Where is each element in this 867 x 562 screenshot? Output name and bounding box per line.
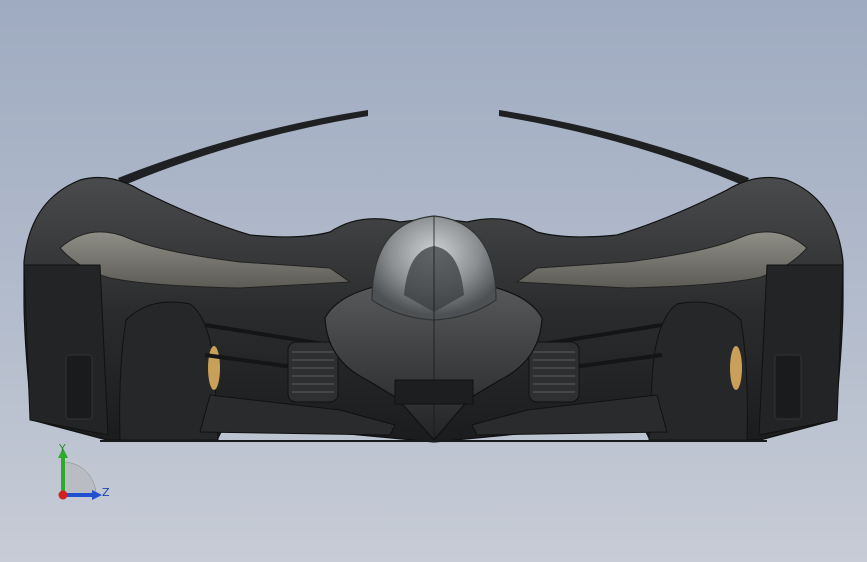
right-pod-vent-1 <box>774 354 802 420</box>
x-axis-dot <box>58 490 68 500</box>
left-grille <box>287 341 339 403</box>
front-splitter <box>394 379 474 405</box>
triad-quarter-disc <box>62 461 97 496</box>
right-wheel-rim <box>730 346 742 390</box>
left-pod-vent-1 <box>65 354 93 420</box>
racecar-model[interactable] <box>0 0 867 562</box>
y-axis-label: Y <box>59 442 66 455</box>
z-axis-label: Z <box>102 486 110 499</box>
right-grille <box>528 341 580 403</box>
graphics-viewport[interactable]: Y Z <box>0 0 867 562</box>
right-arc-strut <box>499 110 749 186</box>
left-wheel-rim <box>208 346 220 390</box>
left-arc-strut <box>118 110 368 186</box>
